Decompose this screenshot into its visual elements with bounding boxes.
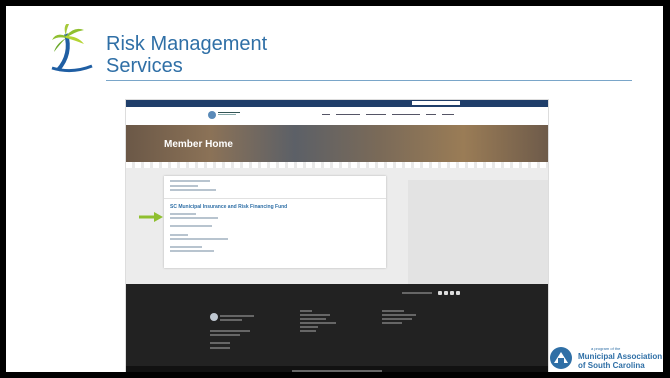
- footer-links[interactable]: [300, 322, 336, 324]
- site-top-bar: [126, 100, 548, 107]
- sidebar-panel: [408, 180, 548, 284]
- website-screenshot: Member Home SC Municipal Insurance and R…: [126, 100, 548, 372]
- fund-heading-link[interactable]: SC Municipal Insurance and Risk Financin…: [170, 204, 287, 210]
- twitter-icon[interactable]: [444, 291, 448, 295]
- footer-connect-label: [402, 292, 432, 294]
- site-nav: [126, 107, 548, 125]
- panel-text-line: [170, 217, 218, 219]
- site-footer: [126, 284, 548, 372]
- footer-fax: [210, 347, 230, 349]
- panel-text-line: [170, 238, 228, 240]
- footer-phone: [210, 342, 230, 344]
- panel-text-line: [170, 185, 198, 187]
- footer-org-name: [220, 315, 254, 317]
- footer-address: [210, 330, 250, 332]
- organization-name: Municipal Association of South Carolina: [578, 352, 662, 370]
- footer-links[interactable]: [382, 310, 404, 312]
- footer-address: [210, 334, 240, 336]
- footer-links[interactable]: [382, 318, 412, 320]
- org-name-line-1: Municipal Association: [578, 352, 663, 361]
- panel-text-line: [170, 246, 202, 248]
- footer-copyright: [292, 370, 382, 372]
- panel-text-line: [170, 189, 216, 191]
- hero-title: Member Home: [164, 139, 233, 150]
- panel-text-line: [170, 250, 214, 252]
- footer-links[interactable]: [300, 310, 312, 312]
- panel-text-line: [170, 234, 188, 236]
- site-hero-banner: Member Home: [126, 125, 548, 168]
- footer-logo-icon: [210, 313, 218, 321]
- panel-text-line: [170, 180, 210, 182]
- site-logo-text: [218, 112, 240, 115]
- title-line-2: Services: [106, 55, 183, 77]
- panel-text-line: [170, 213, 196, 215]
- org-name-line-2: of South Carolina: [578, 361, 645, 370]
- arrow-right-icon: [139, 212, 163, 222]
- footer-org-name: [220, 319, 242, 321]
- municipal-association-logo-icon: [550, 347, 572, 369]
- site-logo-icon[interactable]: [208, 111, 216, 119]
- site-search-input[interactable]: [412, 101, 460, 105]
- program-of-label: a program of the: [591, 346, 621, 351]
- panel-divider: [164, 198, 386, 199]
- footer-links[interactable]: [382, 314, 416, 316]
- member-links-panel: SC Municipal Insurance and Risk Financin…: [164, 176, 386, 268]
- facebook-icon[interactable]: [438, 291, 442, 295]
- footer-links[interactable]: [300, 326, 318, 328]
- footer-links[interactable]: [382, 322, 402, 324]
- footer-links[interactable]: [300, 314, 330, 316]
- page-title: Risk Management Services: [106, 33, 267, 77]
- panel-text-line: [170, 225, 212, 227]
- header-divider: [106, 80, 632, 81]
- title-line-1: Risk Management: [106, 33, 268, 55]
- youtube-icon[interactable]: [450, 291, 454, 295]
- site-nav-links[interactable]: [322, 114, 454, 115]
- slide: Risk Management Services Member Home SC …: [6, 6, 663, 372]
- footer-links[interactable]: [300, 318, 326, 320]
- footer-copyright-bar: [126, 366, 548, 372]
- footer-links[interactable]: [300, 330, 316, 332]
- palm-logo-icon: [51, 24, 93, 73]
- rss-icon[interactable]: [456, 291, 460, 295]
